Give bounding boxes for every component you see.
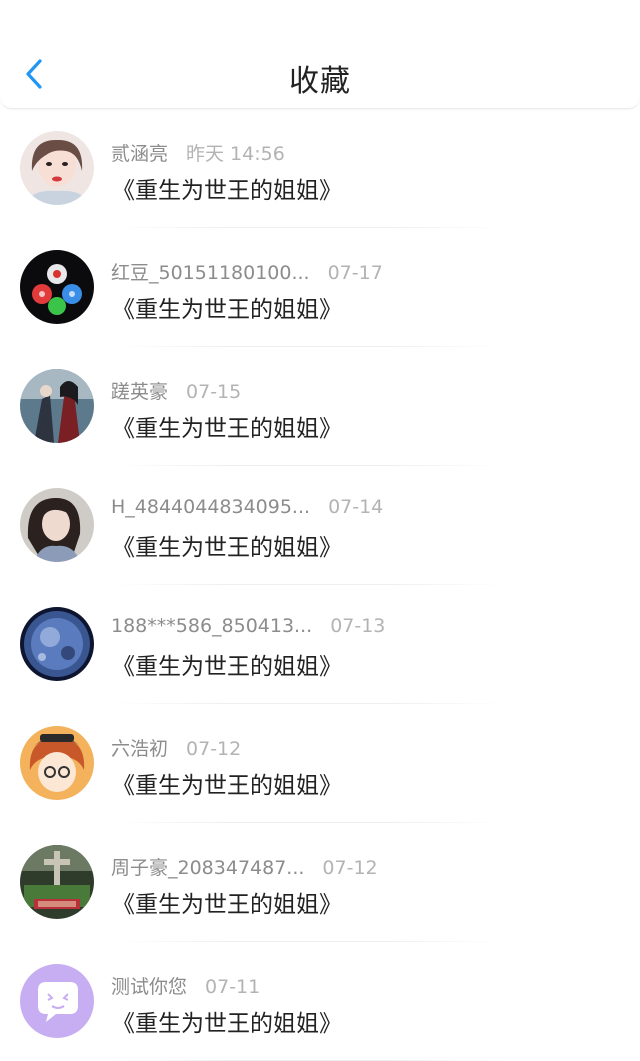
timestamp: 07-12 <box>322 857 378 879</box>
book-title: 《重生为世王的姐姐》 <box>112 654 342 680</box>
book-title: 《重生为世王的姐姐》 <box>112 773 342 799</box>
list-item[interactable]: 蹉英豪 07-15 《重生为世王的姐姐》 <box>0 347 640 466</box>
timestamp: 07-13 <box>330 615 386 637</box>
book-title: 《重生为世王的姐姐》 <box>112 1011 342 1037</box>
avatar <box>20 131 94 205</box>
list-item[interactable]: H_4844044834095... 07-14 《重生为世王的姐姐》 <box>0 466 640 585</box>
username: 周子豪_208347487... <box>111 857 305 879</box>
list-item[interactable]: 周子豪_208347487... 07-12 《重生为世王的姐姐》 <box>0 823 640 942</box>
timestamp: 昨天 14:56 <box>186 143 285 165</box>
avatar <box>20 964 94 1038</box>
timestamp: 07-12 <box>186 738 242 760</box>
page-title: 收藏 <box>289 64 351 99</box>
header-bar: 收藏 <box>0 0 640 109</box>
book-title: 《重生为世王的姐姐》 <box>112 892 342 918</box>
avatar <box>20 726 94 800</box>
username: 六浩初 <box>111 738 169 760</box>
username: 贰涵亮 <box>111 143 169 165</box>
list-item[interactable]: 188***586_850413... 07-13 《重生为世王的姐姐》 <box>0 585 640 704</box>
book-title: 《重生为世王的姐姐》 <box>112 535 342 561</box>
avatar <box>20 845 94 919</box>
avatar <box>20 369 94 443</box>
list-item[interactable]: 红豆_50151180100... 07-17 《重生为世王的姐姐》 <box>0 228 640 347</box>
list-item[interactable]: 测试你您 07-11 《重生为世王的姐姐》 <box>0 942 640 1061</box>
avatar <box>20 607 94 681</box>
book-title: 《重生为世王的姐姐》 <box>112 297 342 323</box>
username: 蹉英豪 <box>111 381 169 403</box>
username: 测试你您 <box>111 976 188 998</box>
favorites-list: 贰涵亮 昨天 14:56 《重生为世王的姐姐》 红豆_50151180100...… <box>0 109 640 1061</box>
timestamp: 07-15 <box>186 381 242 403</box>
timestamp: 07-17 <box>327 262 383 284</box>
list-item[interactable]: 六浩初 07-12 《重生为世王的姐姐》 <box>0 704 640 823</box>
book-title: 《重生为世王的姐姐》 <box>112 416 342 442</box>
list-item[interactable]: 贰涵亮 昨天 14:56 《重生为世王的姐姐》 <box>0 109 640 228</box>
timestamp: 07-14 <box>328 496 384 518</box>
timestamp: 07-11 <box>205 976 261 998</box>
avatar <box>20 488 94 562</box>
avatar <box>20 250 94 324</box>
book-title: 《重生为世王的姐姐》 <box>112 178 342 204</box>
username: H_4844044834095... <box>111 496 311 518</box>
username: 红豆_50151180100... <box>111 262 310 284</box>
username: 188***586_850413... <box>111 615 313 637</box>
